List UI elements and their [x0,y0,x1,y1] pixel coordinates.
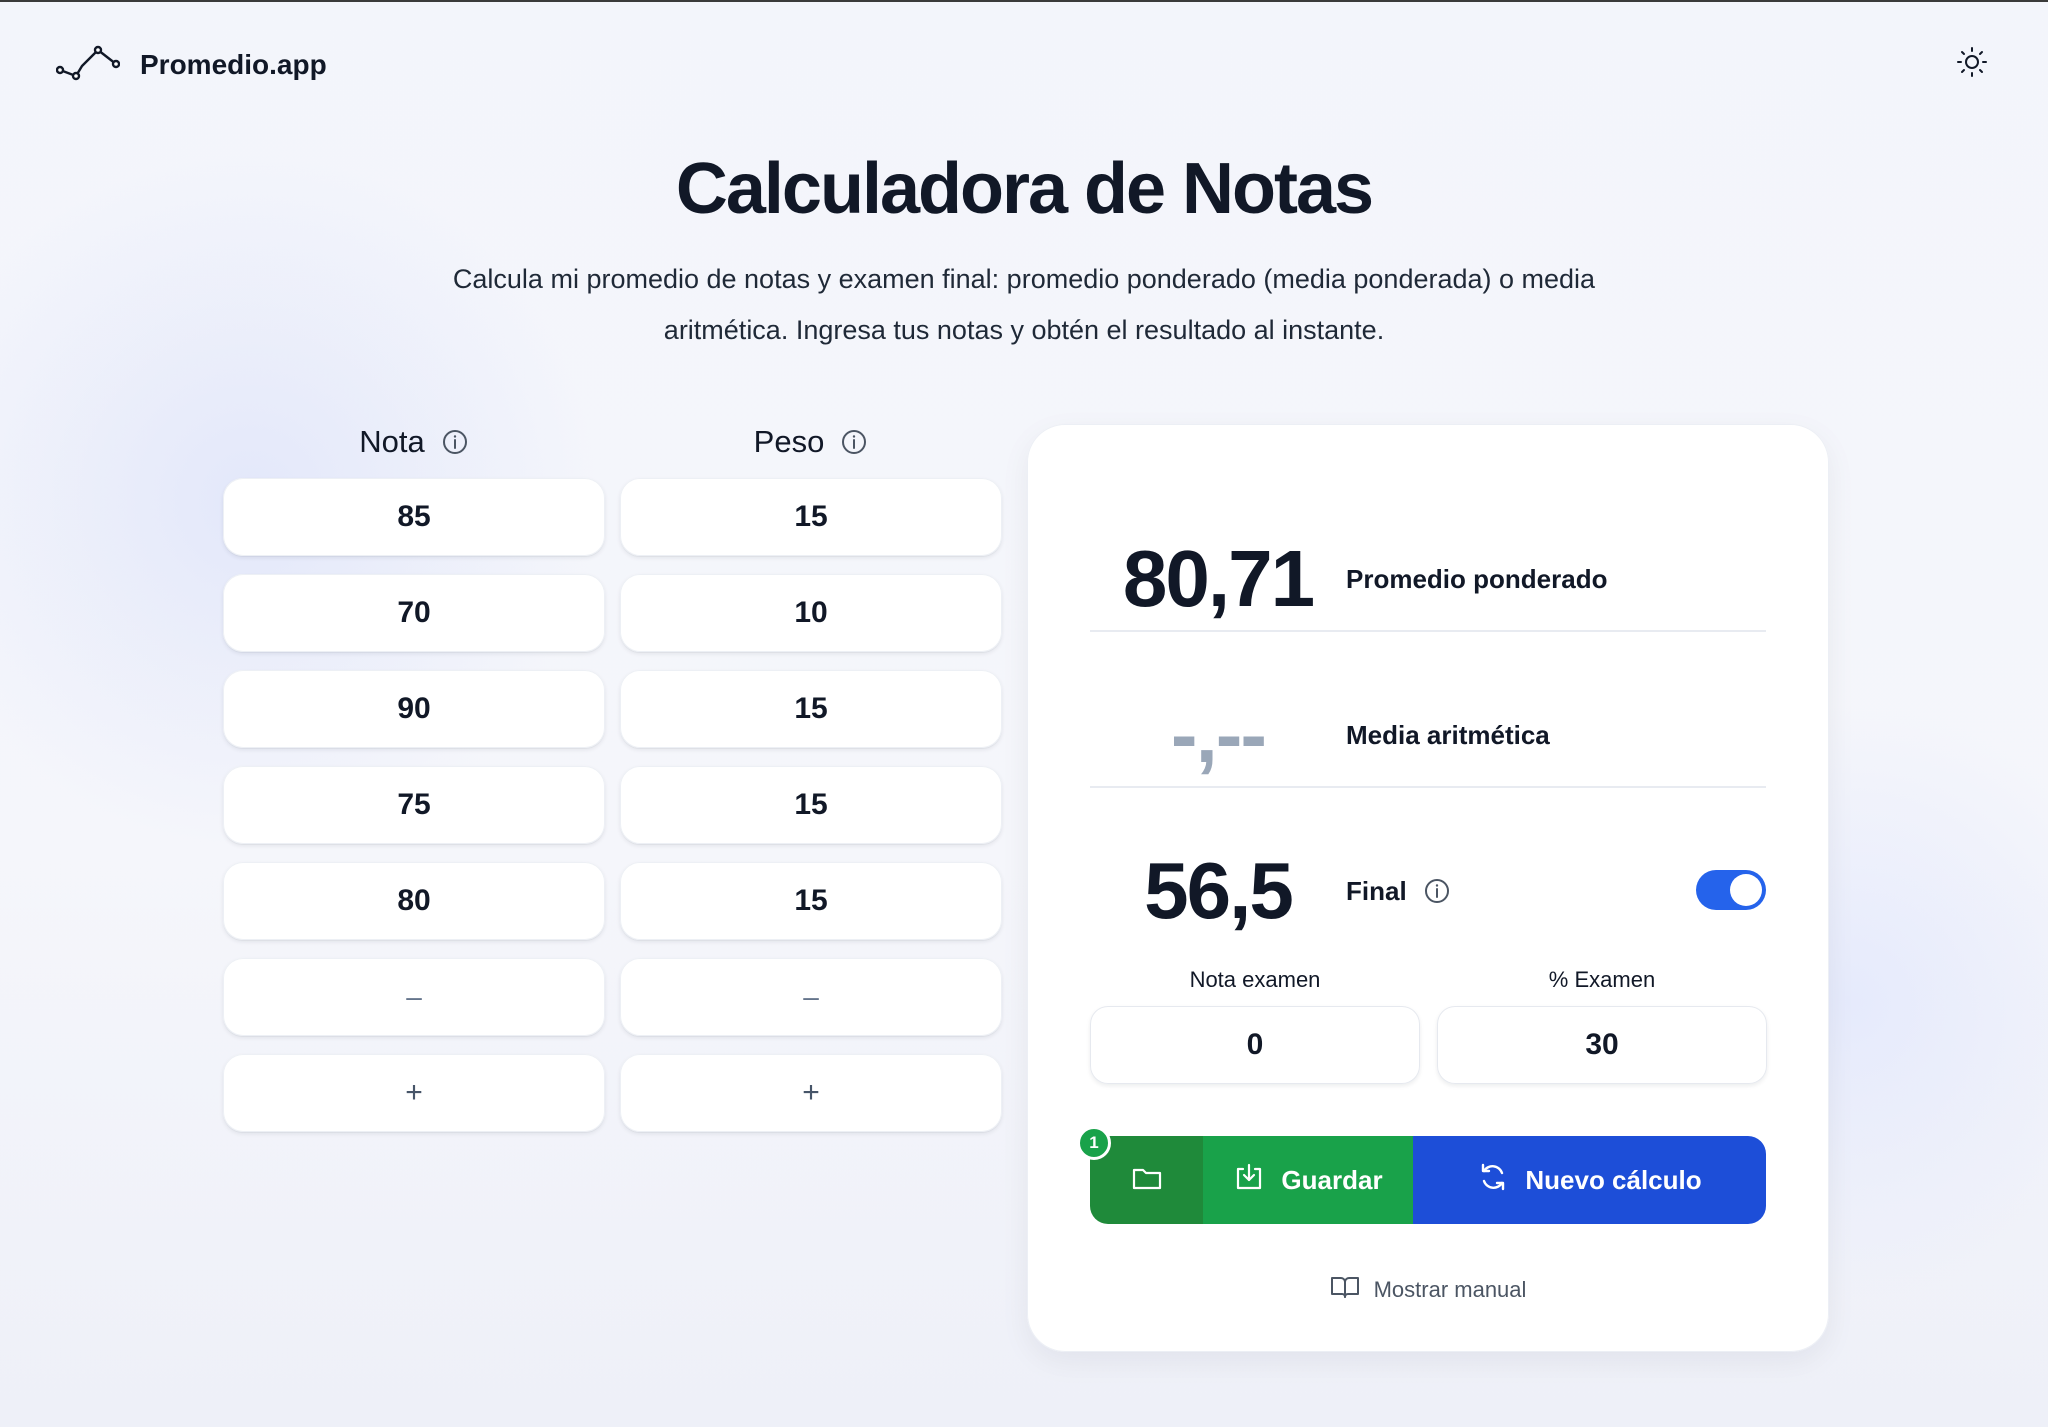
folder-icon [1131,1164,1163,1197]
final-value: 56,5 [1144,846,1294,935]
final-row: 56,5 Final [1090,816,1766,966]
brand[interactable]: Promedio.app [55,42,327,87]
exam-percent-label: % Examen [1548,967,1656,992]
nota-header-label: Nota [359,424,425,459]
new-calculation-label: Nuevo cálculo [1525,1164,1702,1195]
exam-percent-group: % Examen 30 [1437,962,1767,1084]
peso-input-empty[interactable]: – [620,958,1002,1036]
final-label-group: Final [1346,876,1451,907]
peso-input[interactable]: 15 [620,766,1002,844]
peso-header: Peso [620,418,1002,466]
final-label: Final [1346,875,1407,906]
nota-input-empty[interactable]: – [223,958,605,1036]
refresh-icon [1477,1161,1509,1200]
arithmetic-mean-value: -,-- [1170,690,1267,779]
page-subtitle: Calcula mi promedio de notas y examen fi… [452,264,1596,345]
theme-toggle-button[interactable] [1952,44,1992,84]
saved-count-badge: 1 [1077,1126,1111,1160]
arithmetic-mean-label: Media aritmética [1346,719,1550,750]
show-manual-link[interactable]: Mostrar manual [1027,1274,1829,1306]
save-label: Guardar [1281,1164,1383,1195]
save-button[interactable]: Guardar [1203,1136,1413,1224]
peso-input[interactable]: 15 [620,478,1002,556]
peso-header-label: Peso [753,424,825,459]
toggle-knob [1730,874,1762,906]
info-icon[interactable] [840,428,868,456]
line-chart-icon [55,42,121,87]
action-buttons: Guardar Nuevo cálculo [1090,1136,1766,1224]
add-peso-button[interactable]: + [620,1054,1002,1132]
show-manual-label: Mostrar manual [1373,1277,1527,1302]
add-nota-button[interactable]: + [223,1054,605,1132]
nota-input[interactable]: 90 [223,670,605,748]
nota-input[interactable]: 75 [223,766,605,844]
nota-input[interactable]: 85 [223,478,605,556]
download-icon [1233,1161,1265,1200]
brand-name: Promedio.app [140,48,327,80]
divider [1090,786,1766,788]
book-icon [1330,1274,1360,1306]
peso-input[interactable]: 15 [620,862,1002,940]
exam-grade-label: Nota examen [1189,967,1321,992]
new-calculation-button[interactable]: Nuevo cálculo [1413,1136,1766,1224]
exam-grade-input[interactable]: 0 [1090,1006,1420,1084]
nota-input[interactable]: 70 [223,574,605,652]
nota-column: Nota 85 70 90 75 80 – + [223,418,605,1150]
weighted-average-label: Promedio ponderado [1346,563,1608,594]
sun-icon [1956,46,1988,83]
weighted-average-value: 80,71 [1122,534,1315,623]
divider [1090,630,1766,632]
exam-grade-group: Nota examen 0 [1090,962,1420,1084]
info-icon[interactable] [441,428,469,456]
final-toggle[interactable] [1696,870,1766,910]
peso-column: Peso 15 10 15 15 15 – + [620,418,1002,1150]
peso-input[interactable]: 10 [620,574,1002,652]
info-icon[interactable] [1423,877,1451,905]
results-panel: 80,71 Promedio ponderado -,-- Media arit… [1027,424,1829,1352]
exam-percent-input[interactable]: 30 [1437,1006,1767,1084]
peso-input[interactable]: 15 [620,670,1002,748]
nota-header: Nota [223,418,605,466]
page-title: Calculadora de Notas [675,149,1374,229]
nota-input[interactable]: 80 [223,862,605,940]
